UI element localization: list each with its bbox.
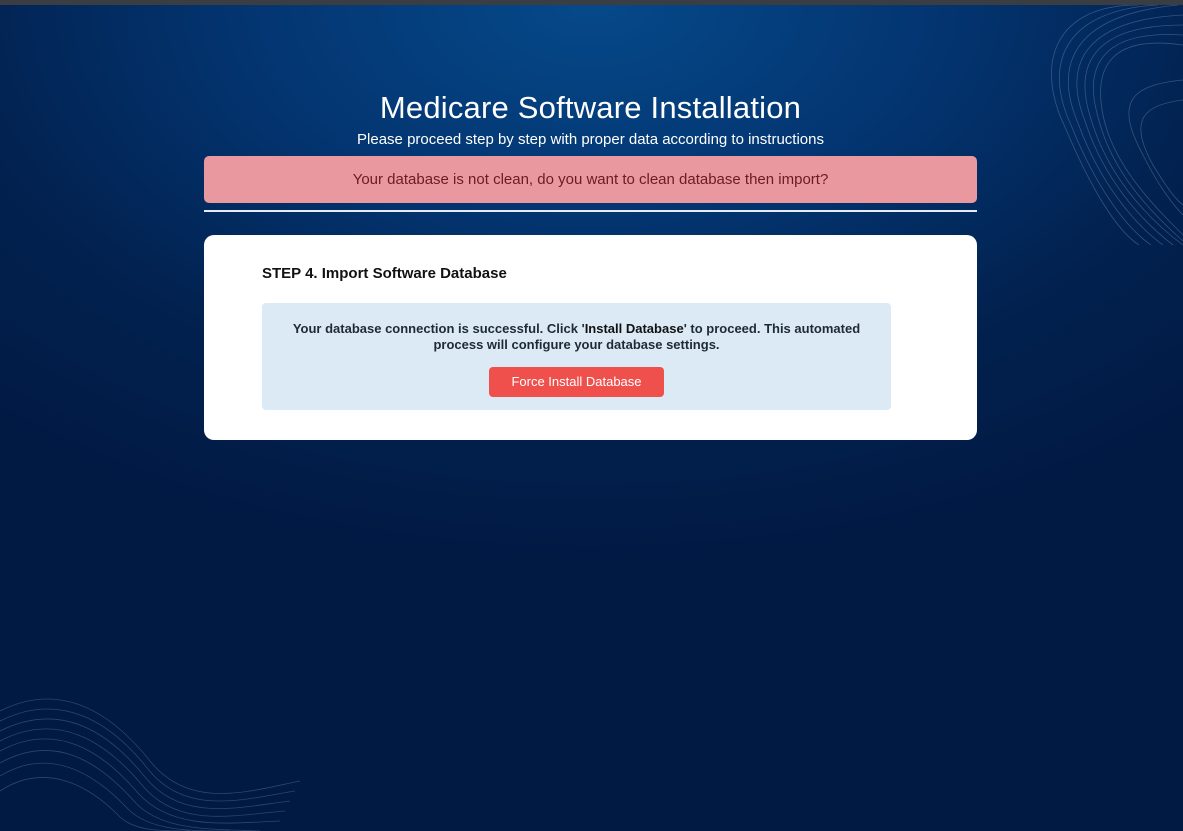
database-not-clean-alert: Your database is not clean, do you want … xyxy=(204,156,977,203)
alert-message: Your database is not clean, do you want … xyxy=(352,171,829,188)
info-message-install-database: Install Database xyxy=(584,321,684,336)
page-header: Medicare Software Installation Please pr… xyxy=(204,88,977,151)
page-title: Medicare Software Installation xyxy=(379,90,802,125)
info-box: Your database connection is successful. … xyxy=(262,303,891,410)
info-message: Your database connection is successful. … xyxy=(282,321,871,353)
step-title: STEP 4. Import Software Database xyxy=(262,265,507,282)
page-subtitle: Please proceed step by step with proper … xyxy=(357,131,824,148)
force-install-database-button[interactable]: Force Install Database xyxy=(489,367,664,397)
step-card: STEP 4. Import Software Database Your da… xyxy=(204,235,977,440)
window-top-strip xyxy=(0,0,1183,5)
wave-decoration-top-right xyxy=(1051,5,1183,245)
wave-decoration-bottom-left xyxy=(0,698,300,831)
header-divider xyxy=(204,210,977,212)
info-message-prefix: Your database connection is successful. … xyxy=(292,321,585,336)
